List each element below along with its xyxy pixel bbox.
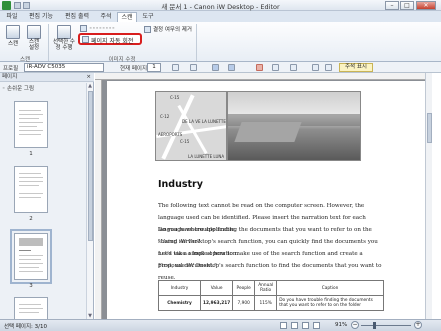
pane-close-icon[interactable]: × xyxy=(86,73,91,82)
thumbnail-scrollbar[interactable]: ▲ ▼ xyxy=(86,83,93,319)
map-image: C-15 C-12 DE LA VE LA LUNETTE AEROPORTS … xyxy=(155,91,227,161)
page-icon[interactable] xyxy=(190,64,197,71)
vertical-ruler xyxy=(95,80,102,319)
zoom-percentage: 91% xyxy=(335,322,348,328)
tab-scan[interactable]: 스캔 xyxy=(117,12,137,22)
thumbnail-group-label: ◦ 손쉬운 그림 xyxy=(2,86,35,92)
maximize-button[interactable]: □ xyxy=(400,1,414,10)
table-cell: 7,900 xyxy=(232,295,256,311)
scan-button[interactable]: 스캔 xyxy=(4,25,22,47)
image-correction-icon xyxy=(57,25,71,39)
tab-edit-functions[interactable]: 편집 기능 xyxy=(24,12,58,22)
thumbnail-number: 2 xyxy=(29,216,33,222)
page-thumbnail[interactable] xyxy=(14,101,48,148)
title-bar: 새 문서 1 - Canon iW Desktop - Editor – □ ✕ xyxy=(0,0,441,11)
minimize-button[interactable]: – xyxy=(385,1,399,10)
tab-annotation[interactable]: 주석 xyxy=(96,12,116,22)
table-row: Chemistry 12,963,217 7,900 115% Do you h… xyxy=(158,295,384,311)
scrollbar-thumb[interactable] xyxy=(88,91,93,241)
apply-correction-button[interactable]: 선택한 수 정 수행 xyxy=(52,25,76,51)
deskew-icon xyxy=(144,26,151,33)
table-cell: 115% xyxy=(254,295,278,311)
table-header: Caption xyxy=(276,280,384,296)
page-thumbnail[interactable] xyxy=(14,166,48,213)
ribbon-small-item[interactable]: ◦◦◦◦◦◦◦◦ xyxy=(80,25,115,32)
scroll-up-icon[interactable]: ▲ xyxy=(87,83,93,89)
coastline-photo xyxy=(227,91,361,161)
group-separator xyxy=(48,24,49,61)
window-title: 새 문서 1 - Canon iW Desktop - Editor xyxy=(161,3,280,11)
apply-correction-label: 선택한 수 정 수행 xyxy=(53,39,75,51)
document-scrollbar[interactable] xyxy=(425,73,432,319)
document-page[interactable]: C-15 C-12 DE LA VE LA LUNETTE AEROPORTS … xyxy=(107,81,430,319)
tab-edit-output[interactable]: 편집 출력 xyxy=(60,12,94,22)
profile-label: 프로필 xyxy=(3,66,19,72)
group-separator xyxy=(196,24,197,61)
single-page-view-icon[interactable] xyxy=(280,322,287,329)
zoom-out-button[interactable]: − xyxy=(351,321,359,329)
fit-page-icon[interactable] xyxy=(313,322,320,329)
zoom-icon[interactable] xyxy=(172,64,179,71)
thumbnail-list: ◦ 손쉬운 그림 1 2 3 xyxy=(0,83,86,319)
table-cell: Do you have trouble finding the document… xyxy=(276,295,384,311)
ribbon-tabs: 파일 편집 기능 편집 출력 주석 스캔 도구 xyxy=(0,11,441,22)
scanner-icon xyxy=(6,25,20,39)
deskew-button[interactable]: 결정 여무의 제거 xyxy=(144,25,192,33)
table-header: Value xyxy=(199,280,234,296)
fit-icon[interactable] xyxy=(325,64,332,71)
pane-title: 페이지 xyxy=(2,74,18,80)
table-header: Industry xyxy=(158,280,201,296)
table-header: People xyxy=(232,280,256,296)
zoom-slider-knob[interactable] xyxy=(373,322,376,329)
page-thumbnail[interactable] xyxy=(14,297,48,319)
redo-icon[interactable] xyxy=(228,64,235,71)
tab-file[interactable]: 파일 xyxy=(3,12,21,22)
thumbnail-number: 1 xyxy=(29,151,33,157)
two-page-view-icon[interactable] xyxy=(302,322,309,329)
status-bar: 선택 페이지: 3/10 91% − + xyxy=(0,319,441,331)
paste-icon[interactable] xyxy=(290,64,297,71)
table-cell: Chemistry xyxy=(158,295,201,311)
page-label: 현재 페이지 xyxy=(120,66,148,72)
thumbnail-number: 3 xyxy=(29,283,33,289)
toolbar: 프로필 iR-ADV C5035 현재 페이지 1 주석 표시 xyxy=(0,62,441,73)
page-number-input[interactable]: 1 xyxy=(147,63,161,72)
page-thumbnail-pane: 페이지 × ◦ 손쉬운 그림 1 2 3 ▲ ▼ xyxy=(0,73,94,319)
auto-rotate-label: 페이지 자동 회전 xyxy=(91,38,134,45)
delete-icon[interactable] xyxy=(256,64,263,71)
page-thumbnail-selected[interactable] xyxy=(10,229,52,284)
close-button[interactable]: ✕ xyxy=(416,1,436,10)
undo-icon[interactable] xyxy=(212,64,219,71)
document-table: Industry Value People Annual Ratio Capti… xyxy=(158,280,384,311)
continuous-view-icon[interactable] xyxy=(291,322,298,329)
page-status: 선택 페이지: 3/10 xyxy=(4,324,48,330)
ribbon: 스캔 스캔 설정 스캔 선택한 수 정 수행 ◦◦◦◦◦◦◦◦ 결정 여무의 제… xyxy=(0,22,441,63)
table-cell: 12,963,217 xyxy=(199,295,234,311)
scan-label: 스캔 xyxy=(7,41,19,47)
scan-settings-icon xyxy=(27,25,41,39)
pane-header: 페이지 × xyxy=(0,73,94,82)
auto-rotate-page-button[interactable]: 페이지 자동 회전 xyxy=(78,33,142,45)
scrollbar-thumb[interactable] xyxy=(427,113,432,143)
view-icon[interactable] xyxy=(312,64,319,71)
document-heading: Industry xyxy=(158,179,203,190)
copy-icon[interactable] xyxy=(272,64,279,71)
table-header-row: Industry Value People Annual Ratio Capti… xyxy=(158,280,384,296)
zoom-in-button[interactable]: + xyxy=(414,321,422,329)
profile-select[interactable]: iR-ADV C5035 xyxy=(24,63,104,72)
zoom-slider[interactable] xyxy=(361,325,411,326)
tab-tools[interactable]: 도구 xyxy=(139,12,157,22)
scan-settings-label: 스캔 설정 xyxy=(28,39,40,51)
show-annotation-button[interactable]: 주석 표시 xyxy=(339,63,373,72)
horizontal-ruler xyxy=(95,73,432,80)
rotate-icon xyxy=(80,25,87,32)
document-view: C-15 C-12 DE LA VE LA LUNETTE AEROPORTS … xyxy=(95,73,432,319)
scan-settings-button[interactable]: 스캔 설정 xyxy=(24,25,44,51)
auto-rotate-icon xyxy=(82,36,89,43)
table-header: Annual Ratio xyxy=(254,280,278,296)
